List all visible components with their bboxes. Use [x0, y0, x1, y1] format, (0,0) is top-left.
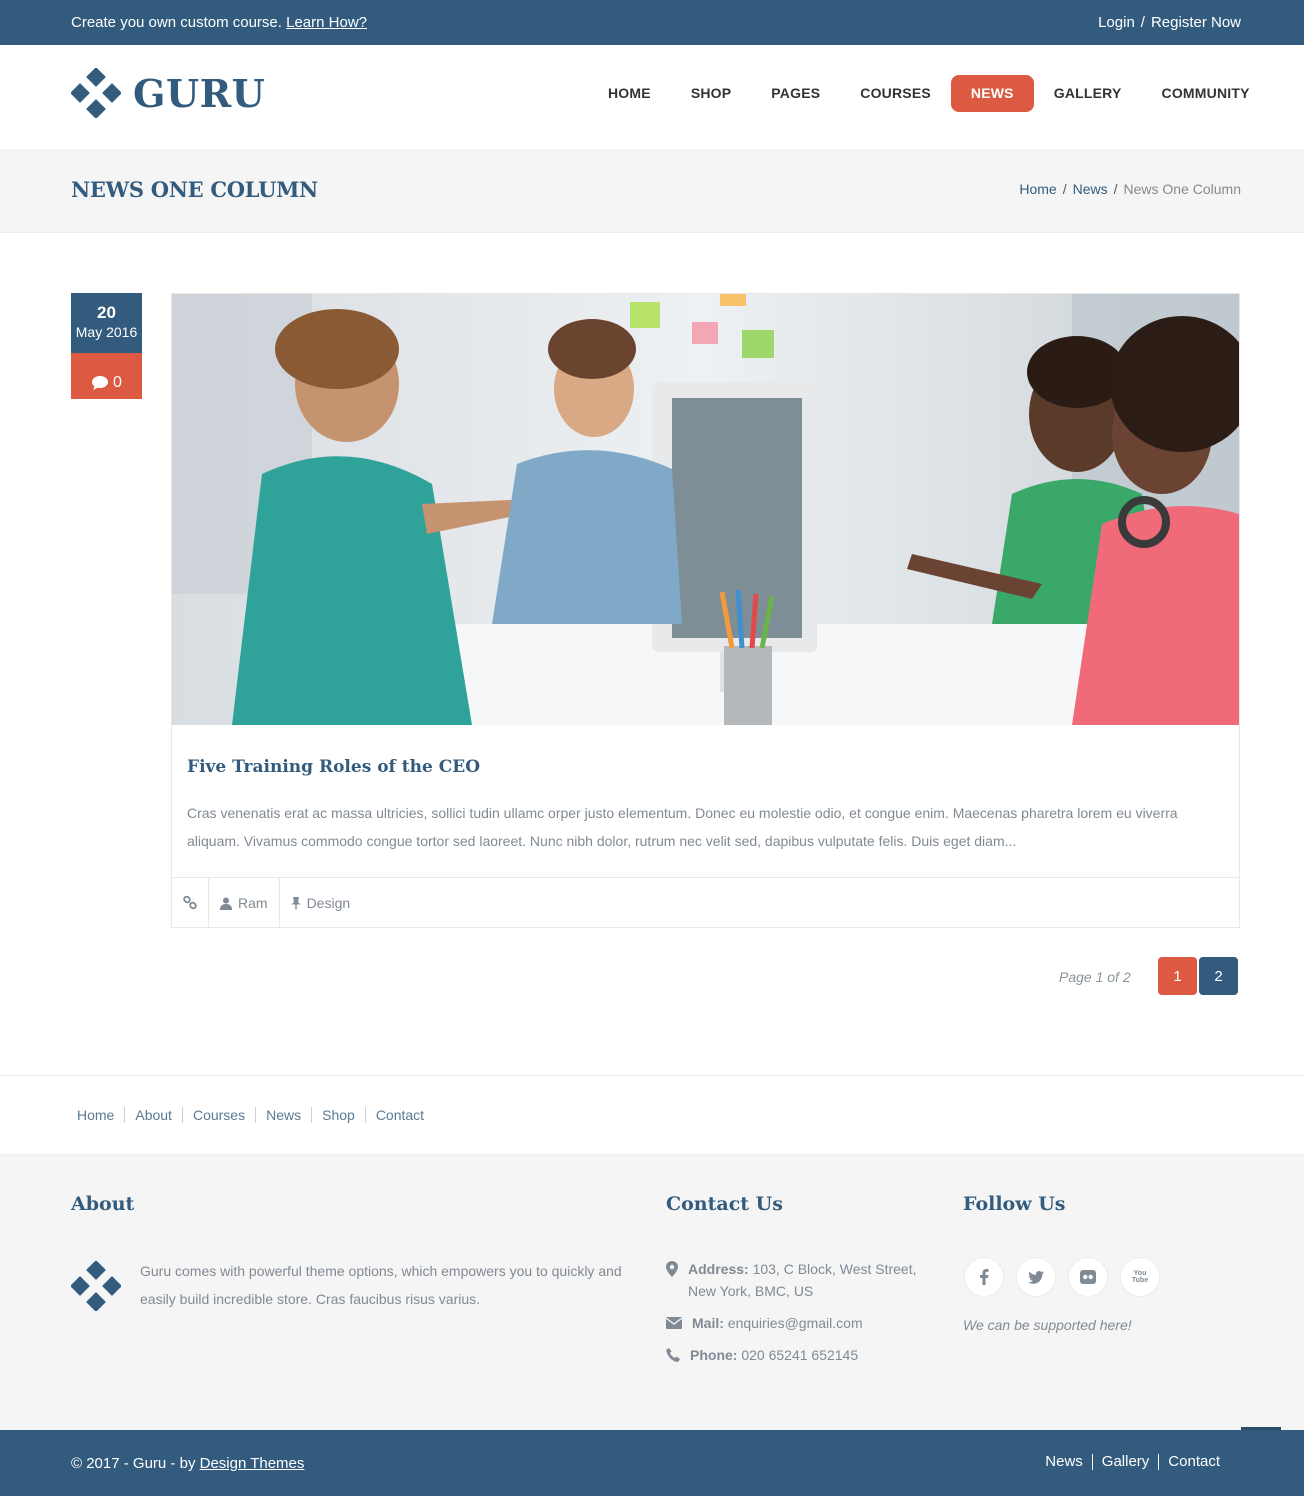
promo-text: Create you own custom course.: [71, 14, 282, 31]
youtube-glyph-icon: You Tube: [1131, 1270, 1149, 1284]
pagination-info: Page 1 of 2: [1059, 969, 1131, 985]
permalink[interactable]: [172, 878, 209, 928]
about-title: About: [71, 1193, 135, 1215]
post-month: May 2016: [75, 324, 138, 340]
post-date: 20 May 2016: [71, 293, 142, 353]
bottom-link-gallery[interactable]: Gallery: [1091, 1454, 1159, 1470]
breadcrumb-separator: /: [1062, 181, 1067, 197]
bottom-link-news[interactable]: News: [1036, 1454, 1092, 1470]
footer-nav-about[interactable]: About: [124, 1107, 182, 1123]
separator: /: [1140, 14, 1145, 31]
nav-pages[interactable]: PAGES: [751, 75, 840, 112]
phone-label: Phone:: [690, 1347, 738, 1363]
logo-icon: [71, 68, 121, 118]
twitter-glyph-icon: [1028, 1270, 1044, 1284]
link-icon: [183, 896, 197, 910]
breadcrumb: Home / News / News One Column: [1019, 181, 1241, 197]
login-link[interactable]: Login: [1098, 14, 1135, 31]
facebook-icon[interactable]: [964, 1257, 1004, 1297]
bottom-link-contact[interactable]: Contact: [1158, 1454, 1229, 1470]
post-title[interactable]: Five Training Roles of the CEO: [187, 757, 480, 777]
support-text: We can be supported here!: [963, 1317, 1132, 1333]
contact-mail: Mail: enquiries@gmail.com: [666, 1312, 863, 1334]
mail-address[interactable]: enquiries@gmail.com: [728, 1315, 863, 1331]
copyright: © 2017 - Guru - by Design Themes: [71, 1455, 304, 1472]
user-icon: [220, 897, 232, 910]
phone-icon: [666, 1348, 680, 1362]
footer-nav-shop[interactable]: Shop: [311, 1107, 365, 1123]
bottom-bar: © 2017 - Guru - by Design Themes News Ga…: [0, 1427, 1304, 1496]
footer-nav-home[interactable]: Home: [67, 1107, 124, 1123]
post-author[interactable]: Ram: [209, 878, 280, 928]
copyright-text: © 2017 - Guru - by: [71, 1455, 196, 1472]
main-nav: HOME SHOP PAGES COURSES NEWS GALLERY COM…: [588, 75, 1270, 112]
back-to-top-button[interactable]: [1241, 1427, 1281, 1430]
logo-text: GURU: [133, 70, 266, 116]
breadcrumb-current: News One Column: [1123, 181, 1242, 197]
follow-title: Follow Us: [963, 1193, 1066, 1215]
top-bar: Create you own custom course. Learn How?…: [0, 0, 1304, 45]
nav-news[interactable]: NEWS: [950, 75, 1034, 112]
nav-shop[interactable]: SHOP: [671, 75, 751, 112]
nav-courses[interactable]: COURSES: [840, 75, 951, 112]
envelope-icon: [666, 1317, 682, 1329]
flickr-glyph-icon: [1080, 1270, 1096, 1284]
footer-nav: Home About Courses News Shop Contact: [0, 1075, 1304, 1155]
promo: Create you own custom course. Learn How?: [71, 14, 367, 31]
breadcrumb-news[interactable]: News: [1073, 181, 1108, 197]
phone-number: 020 65241 652145: [741, 1347, 859, 1363]
learn-how-link[interactable]: Learn How?: [286, 14, 367, 31]
nav-home[interactable]: HOME: [588, 75, 671, 112]
map-marker-icon: [666, 1261, 678, 1277]
breadcrumb-home[interactable]: Home: [1019, 181, 1056, 197]
flickr-icon[interactable]: [1068, 1257, 1108, 1297]
breadcrumb-separator: /: [1113, 181, 1118, 197]
news-post: Five Training Roles of the CEO Cras vene…: [171, 293, 1240, 928]
about-text: Guru comes with powerful theme options, …: [140, 1263, 622, 1307]
post-author-name: Ram: [238, 895, 268, 911]
register-link[interactable]: Register Now: [1151, 14, 1241, 31]
site-header: GURU HOME SHOP PAGES COURSES NEWS GALLER…: [0, 45, 1304, 149]
address-line1: 103, C Block, West Street,: [752, 1261, 917, 1277]
page-title: NEWS ONE COLUMN: [71, 177, 318, 202]
footer-nav-news[interactable]: News: [255, 1107, 311, 1123]
footer-widgets: About Guru comes with powerful theme opt…: [0, 1155, 1304, 1430]
footer-nav-courses[interactable]: Courses: [181, 1107, 255, 1123]
mail-label: Mail:: [692, 1315, 724, 1331]
comment-count[interactable]: 0: [71, 353, 142, 399]
post-meta: Ram Design: [172, 877, 1239, 928]
people-at-computer-image: [172, 294, 1239, 725]
address-line2: New York, BMC, US: [688, 1283, 814, 1299]
facebook-glyph-icon: [980, 1269, 989, 1285]
nav-community[interactable]: COMMUNITY: [1142, 75, 1270, 112]
address-label: Address:: [688, 1261, 749, 1277]
contact-phone: Phone: 020 65241 652145: [666, 1344, 858, 1366]
account-links: Login / Register Now: [1098, 14, 1241, 31]
footer-logo-icon: [71, 1261, 121, 1311]
footer-nav-contact[interactable]: Contact: [364, 1107, 434, 1123]
nav-gallery[interactable]: GALLERY: [1034, 75, 1142, 112]
post-category-name: Design: [306, 895, 351, 911]
comment-count-value: 0: [113, 374, 122, 391]
contact-address: Address: 103, C Block, West Street, New …: [666, 1258, 917, 1302]
post-date-badge: 20 May 2016 0: [71, 293, 142, 399]
logo[interactable]: GURU: [71, 68, 265, 118]
youtube-icon[interactable]: You Tube: [1120, 1257, 1160, 1297]
comment-icon: [92, 376, 109, 390]
credit-link[interactable]: Design Themes: [200, 1455, 305, 1472]
page-title-band: NEWS ONE COLUMN Home / News / News One Colum…: [0, 149, 1304, 233]
contact-title: Contact Us: [666, 1193, 783, 1215]
post-image[interactable]: [172, 294, 1239, 725]
page-2-button[interactable]: 2: [1199, 957, 1238, 995]
post-category[interactable]: Design: [280, 878, 362, 928]
twitter-icon[interactable]: [1016, 1257, 1056, 1297]
page-1-button[interactable]: 1: [1158, 957, 1197, 995]
post-day: 20: [97, 303, 116, 322]
post-excerpt: Cras venenatis erat ac massa ultricies, …: [187, 805, 1178, 849]
pin-icon: [291, 897, 301, 910]
bottom-links: News Gallery Contact: [1036, 1454, 1229, 1470]
